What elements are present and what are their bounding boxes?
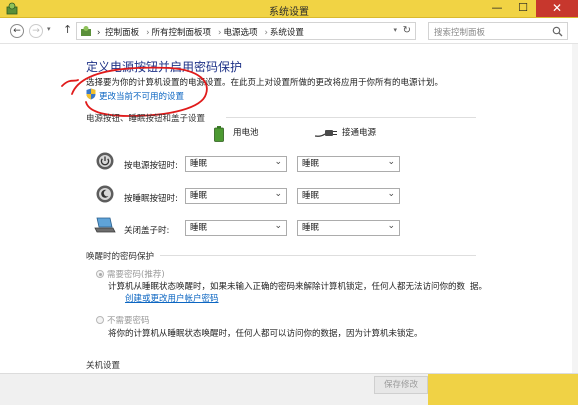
up-button[interactable]: ↑ xyxy=(63,23,72,36)
breadcrumb-all-items[interactable]: 所有控制面板项 xyxy=(152,28,212,38)
control-panel-icon xyxy=(81,26,91,36)
section-divider xyxy=(160,255,476,256)
uac-shield-icon xyxy=(86,88,96,100)
require-password-description-end: 据。 xyxy=(470,282,488,292)
power-button-label: 按电源按钮时: xyxy=(124,161,178,171)
breadcrumb-power-options[interactable]: 电源选项 xyxy=(223,28,257,38)
no-password-label: 不需要密码 xyxy=(107,316,150,326)
section-divider xyxy=(226,117,476,118)
minimize-button[interactable]: — xyxy=(484,0,510,17)
no-password-description: 将你的计算机从睡眠状态唤醒时，任何人都可以访问你的数据，因为计算机未锁定。 xyxy=(108,329,423,339)
maximize-button[interactable]: ☐ xyxy=(510,0,536,17)
buttons-section-heading: 电源按钮、睡眠按钮和盖子设置 xyxy=(86,114,206,124)
main-content: 定义电源按钮并启用密码保护 选择要为你的计算机设置的电源设置。在此页上对设置所做… xyxy=(0,44,578,373)
refresh-button[interactable]: ↻ xyxy=(403,25,411,36)
battery-column-label: 用电池 xyxy=(233,128,259,138)
create-password-link[interactable]: 创建或更改用户帐户密码 xyxy=(125,292,219,304)
breadcrumb-sep: › xyxy=(97,28,101,38)
breadcrumb: › 控制面板 › 所有控制面板项 › 电源选项 › 系统设置 xyxy=(97,26,306,38)
lid-close-plugged-select[interactable]: 睡眠 xyxy=(297,219,400,236)
back-button[interactable]: ← xyxy=(10,24,24,38)
laptop-lid-icon xyxy=(94,217,116,233)
breadcrumb-system-settings[interactable]: 系统设置 xyxy=(270,28,304,38)
sleep-button-battery-select[interactable]: 睡眠 xyxy=(185,187,287,204)
battery-icon xyxy=(214,126,224,142)
scrollbar[interactable] xyxy=(572,44,578,373)
address-dropdown[interactable]: ▾ xyxy=(393,26,397,34)
recent-pages-dropdown[interactable]: ▾ xyxy=(47,25,51,33)
page-description: 选择要为你的计算机设置的电源设置。在此页上对设置所做的更改将应用于你所有的电源计… xyxy=(86,78,444,88)
save-changes-button[interactable]: 保存修改 xyxy=(374,376,428,394)
plugged-column-label: 接通电源 xyxy=(342,128,377,138)
page-title: 定义电源按钮并启用密码保护 xyxy=(86,60,243,74)
breadcrumb-sep: › xyxy=(264,28,268,38)
search-placeholder: 搜索控制面板 xyxy=(434,28,486,38)
title-bar: 系统设置 — ☐ ✕ xyxy=(0,0,578,18)
close-button[interactable]: ✕ xyxy=(536,0,578,17)
lid-close-battery-select[interactable]: 睡眠 xyxy=(185,219,287,236)
password-section-heading: 唤醒时的密码保护 xyxy=(86,252,155,262)
breadcrumb-control-panel[interactable]: 控制面板 xyxy=(105,28,139,38)
forward-button[interactable]: → xyxy=(29,24,43,38)
power-plug-icon xyxy=(315,130,337,137)
search-input[interactable]: 搜索控制面板 xyxy=(428,22,568,40)
power-button-battery-select[interactable]: 睡眠 xyxy=(185,155,287,172)
shutdown-section-heading: 关机设置 xyxy=(86,361,121,371)
breadcrumb-sep: › xyxy=(218,28,222,38)
no-password-radio[interactable] xyxy=(96,316,104,324)
lid-close-label: 关闭盖子时: xyxy=(124,226,170,236)
sleep-button-plugged-select[interactable]: 睡眠 xyxy=(297,187,400,204)
sleep-button-label: 按睡眠按钮时: xyxy=(124,194,178,204)
sleep-button-icon xyxy=(96,185,114,203)
change-unavailable-settings-link[interactable]: 更改当前不可用的设置 xyxy=(99,90,184,102)
address-box[interactable]: › 控制面板 › 所有控制面板项 › 电源选项 › 系统设置 ▾ ↻ xyxy=(76,22,416,40)
require-password-label: 需要密码(推荐) xyxy=(107,270,165,280)
breadcrumb-sep: › xyxy=(146,28,150,38)
power-button-icon xyxy=(96,152,114,170)
search-icon xyxy=(552,26,563,37)
address-bar: ← → ▾ ↑ › 控制面板 › 所有控制面板项 › 电源选项 › 系统设置 ▾ ↻ 搜索控… xyxy=(0,18,578,44)
require-password-description: 计算机从睡眠状态唤醒时，如果未输入正确的密码来解除计算机锁定，任何人都无法访问你… xyxy=(108,282,466,292)
footer-edge xyxy=(428,374,578,405)
require-password-radio[interactable] xyxy=(96,270,104,278)
power-button-plugged-select[interactable]: 睡眠 xyxy=(297,155,400,172)
footer-bar: 保存修改 xyxy=(0,373,578,405)
